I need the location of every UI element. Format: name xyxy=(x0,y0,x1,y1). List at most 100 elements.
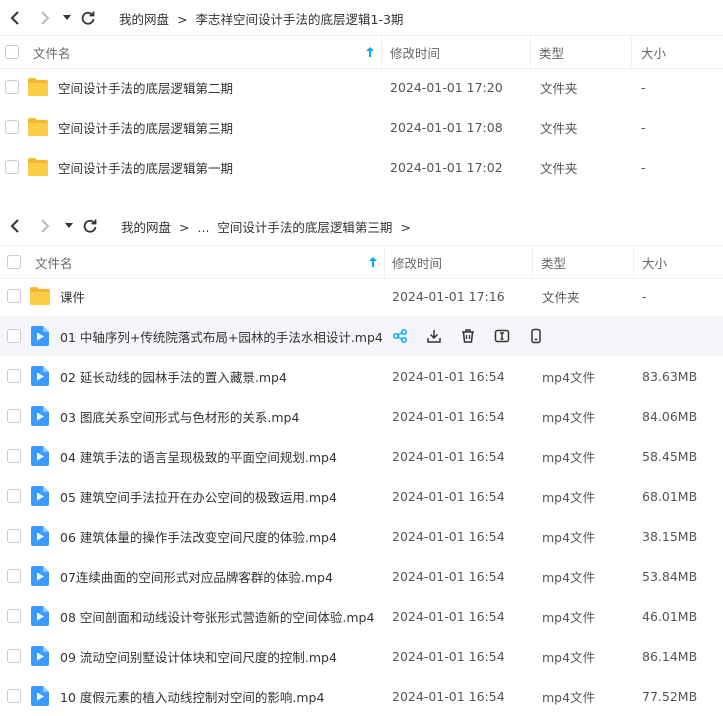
table-row[interactable]: 04 建筑手法的语言呈现极致的平面空间规划.mp4 2024-01-01 16:5… xyxy=(0,436,723,476)
row-checkbox[interactable] xyxy=(7,449,21,463)
modified-time: 2024-01-01 17:02 xyxy=(390,159,503,175)
file-type: 文件夹 xyxy=(540,160,578,176)
file-size: 77.52MB xyxy=(642,688,698,704)
file-type: mp4文件 xyxy=(542,569,596,585)
sort-asc-icon[interactable] xyxy=(369,246,377,278)
file-type: mp4文件 xyxy=(542,489,596,505)
file-name[interactable]: 课件 xyxy=(60,276,85,316)
download-icon[interactable] xyxy=(426,328,442,344)
column-divider[interactable] xyxy=(381,36,382,68)
file-name[interactable]: 09 流动空间别墅设计体块和空间尺度的控制.mp4 xyxy=(60,636,337,676)
modified-time: 2024-01-01 16:54 xyxy=(392,488,505,504)
row-checkbox[interactable] xyxy=(5,120,19,134)
table-row[interactable]: 空间设计手法的底层逻辑第二期 2024-01-01 17:20 文件夹 - xyxy=(0,67,723,107)
header-filename[interactable]: 文件名 xyxy=(33,36,71,68)
file-name[interactable]: 02 延长动线的园林手法的置入藏景.mp4 xyxy=(60,356,287,396)
header-modified[interactable]: 修改时间 xyxy=(392,246,442,278)
table-row[interactable]: 课件 2024-01-01 17:16 文件夹 - xyxy=(0,276,723,316)
bottom-table-header: 文件名 修改时间 类型 大小 xyxy=(0,245,723,279)
bottom-navbar: 我的网盘 >... 空间设计手法的底层逻辑第三期 > xyxy=(0,208,723,244)
table-row[interactable]: 10 度假元素的植入动线控制对空间的影响.mp4 2024-01-01 16:54… xyxy=(0,676,723,716)
video-file-icon xyxy=(31,566,49,586)
breadcrumb-ellipsis[interactable]: ... xyxy=(198,220,210,235)
file-name[interactable]: 01 中轴序列+传统院落式布局+园林的手法水相设计.mp4 xyxy=(60,316,383,356)
file-name[interactable]: 空间设计手法的底层逻辑第二期 xyxy=(58,67,233,107)
folder-icon xyxy=(27,157,49,177)
video-file-icon xyxy=(31,446,49,466)
modified-time: 2024-01-01 17:20 xyxy=(390,79,503,95)
file-name[interactable]: 07连续曲面的空间形式对应品牌客群的体验.mp4 xyxy=(60,556,333,596)
file-size: 53.84MB xyxy=(642,568,698,584)
forward-arrow-icon[interactable] xyxy=(36,9,54,27)
refresh-icon[interactable] xyxy=(79,9,97,27)
history-dropdown-icon[interactable] xyxy=(58,9,76,27)
refresh-icon[interactable] xyxy=(81,217,99,235)
row-checkbox[interactable] xyxy=(5,160,19,174)
sort-asc-icon[interactable] xyxy=(366,36,374,68)
header-size[interactable]: 大小 xyxy=(641,36,666,68)
row-checkbox[interactable] xyxy=(7,489,21,503)
forward-arrow-icon[interactable] xyxy=(36,217,54,235)
header-modified[interactable]: 修改时间 xyxy=(390,36,440,68)
header-filename[interactable]: 文件名 xyxy=(35,246,73,278)
table-row[interactable]: 08 空间剖面和动线设计夸张形式营造新的空间体验.mp4 2024-01-01 1… xyxy=(0,596,723,636)
row-checkbox[interactable] xyxy=(7,329,21,343)
delete-icon[interactable] xyxy=(460,328,476,344)
file-name[interactable]: 08 空间剖面和动线设计夸张形式营造新的空间体验.mp4 xyxy=(60,596,374,636)
file-name[interactable]: 03 图底关系空间形式与色材形的关系.mp4 xyxy=(60,396,299,436)
table-row[interactable]: 07连续曲面的空间形式对应品牌客群的体验.mp4 2024-01-01 16:54… xyxy=(0,556,723,596)
row-checkbox[interactable] xyxy=(7,409,21,423)
file-size: 68.01MB xyxy=(642,488,698,504)
breadcrumb-separator-icon: > xyxy=(400,220,411,235)
table-row[interactable]: 空间设计手法的底层逻辑第一期 2024-01-01 17:02 文件夹 - xyxy=(0,147,723,187)
file-name[interactable]: 10 度假元素的植入动线控制对空间的影响.mp4 xyxy=(60,676,324,716)
table-row[interactable]: 空间设计手法的底层逻辑第三期 2024-01-01 17:08 文件夹 - xyxy=(0,107,723,147)
table-row[interactable]: 06 建筑体量的操作手法改变空间尺度的体验.mp4 2024-01-01 16:5… xyxy=(0,516,723,556)
folder-icon xyxy=(27,77,49,97)
row-checkbox[interactable] xyxy=(7,569,21,583)
header-type[interactable]: 类型 xyxy=(539,36,564,68)
file-size: 58.45MB xyxy=(642,448,698,464)
table-row[interactable]: 03 图底关系空间形式与色材形的关系.mp4 2024-01-01 16:54 mp… xyxy=(0,396,723,436)
file-name[interactable]: 空间设计手法的底层逻辑第三期 xyxy=(58,107,233,147)
breadcrumb-item-root[interactable]: 我的网盘 xyxy=(121,217,171,236)
file-name[interactable]: 空间设计手法的底层逻辑第一期 xyxy=(58,147,233,187)
column-divider[interactable] xyxy=(532,246,533,278)
file-name[interactable]: 05 建筑空间手法拉开在办公空间的极致运用.mp4 xyxy=(60,476,337,516)
file-type: mp4文件 xyxy=(542,409,596,425)
folder-icon xyxy=(27,117,49,137)
table-row[interactable]: 05 建筑空间手法拉开在办公空间的极致运用.mp4 2024-01-01 16:5… xyxy=(0,476,723,516)
rename-icon[interactable] xyxy=(494,328,510,344)
breadcrumb: 我的网盘 >... 空间设计手法的底层逻辑第三期 > xyxy=(121,217,419,236)
table-row[interactable]: 02 延长动线的园林手法的置入藏景.mp4 2024-01-01 16:54 mp4… xyxy=(0,356,723,396)
breadcrumb-item-current[interactable]: 李志祥空间设计手法的底层逻辑1-3期 xyxy=(196,9,404,28)
history-dropdown-icon[interactable] xyxy=(60,217,78,235)
column-divider[interactable] xyxy=(384,246,385,278)
row-checkbox[interactable] xyxy=(7,649,21,663)
breadcrumb-item-root[interactable]: 我的网盘 xyxy=(119,9,169,28)
back-arrow-icon[interactable] xyxy=(6,217,24,235)
file-type: 文件夹 xyxy=(542,289,580,305)
row-checkbox[interactable] xyxy=(7,689,21,703)
back-arrow-icon[interactable] xyxy=(6,9,24,27)
mobile-icon[interactable] xyxy=(528,328,544,344)
column-divider[interactable] xyxy=(631,36,632,68)
select-all-checkbox[interactable] xyxy=(5,45,19,59)
table-row[interactable]: 01 中轴序列+传统院落式布局+园林的手法水相设计.mp4 xyxy=(0,316,723,356)
row-checkbox[interactable] xyxy=(5,80,19,94)
row-checkbox[interactable] xyxy=(7,369,21,383)
file-name[interactable]: 06 建筑体量的操作手法改变空间尺度的体验.mp4 xyxy=(60,516,337,556)
row-checkbox[interactable] xyxy=(7,529,21,543)
column-divider[interactable] xyxy=(530,36,531,68)
header-type[interactable]: 类型 xyxy=(541,246,566,278)
file-type: 文件夹 xyxy=(540,120,578,136)
breadcrumb-item-current[interactable]: 空间设计手法的底层逻辑第三期 xyxy=(217,217,392,236)
file-name[interactable]: 04 建筑手法的语言呈现极致的平面空间规划.mp4 xyxy=(60,436,337,476)
header-size[interactable]: 大小 xyxy=(642,246,667,278)
table-row[interactable]: 09 流动空间别墅设计体块和空间尺度的控制.mp4 2024-01-01 16:5… xyxy=(0,636,723,676)
column-divider[interactable] xyxy=(633,246,634,278)
row-checkbox[interactable] xyxy=(7,289,21,303)
share-icon[interactable] xyxy=(392,328,408,344)
select-all-checkbox[interactable] xyxy=(7,255,21,269)
row-checkbox[interactable] xyxy=(7,609,21,623)
